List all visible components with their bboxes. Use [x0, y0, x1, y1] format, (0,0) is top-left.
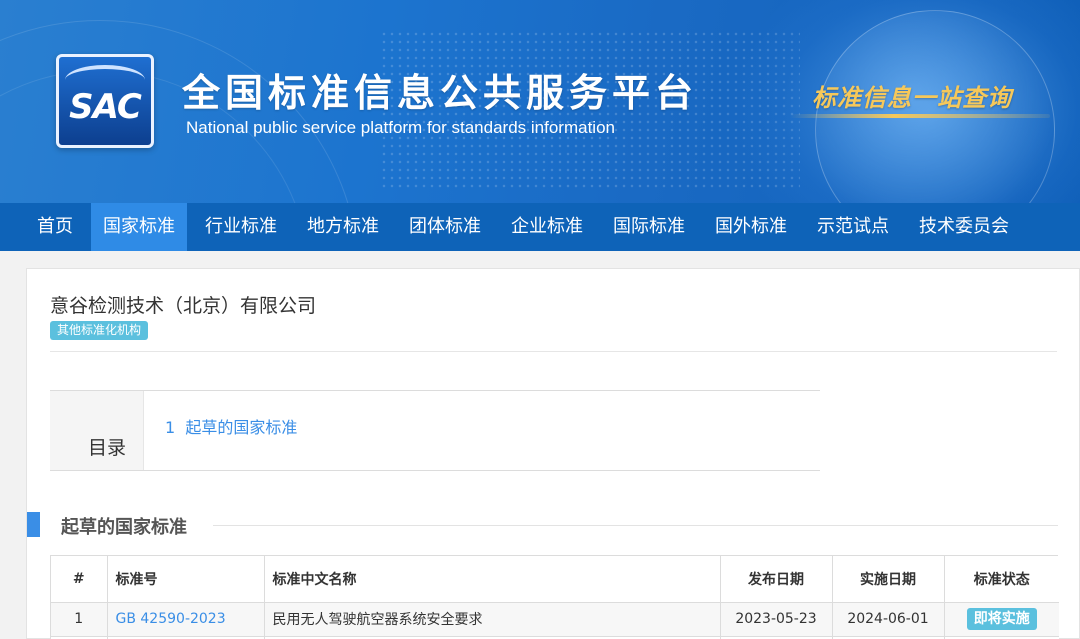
- nav-item-home[interactable]: 首页: [25, 203, 85, 251]
- column-header-implement-date[interactable]: 实施日期: [832, 556, 945, 603]
- nav-item-enterprise-standards[interactable]: 企业标准: [499, 203, 595, 251]
- logo-text: SAC: [69, 87, 142, 127]
- header-banner: SAC 全国标准信息公共服务平台 National public service…: [0, 0, 1080, 203]
- nav-item-foreign-standards[interactable]: 国外标准: [703, 203, 799, 251]
- organization-name: 意谷检测技术（北京）有限公司: [50, 295, 317, 317]
- nav-item-group-standards[interactable]: 团体标准: [397, 203, 493, 251]
- sac-logo[interactable]: SAC: [56, 54, 154, 148]
- site-subtitle: National public service platform for sta…: [186, 118, 615, 137]
- column-header-publish-date[interactable]: 发布日期: [720, 556, 833, 603]
- nav-item-international-standards[interactable]: 国际标准: [601, 203, 697, 251]
- implement-date: 2024-06-01: [832, 602, 945, 637]
- toc-link-label: 起草的国家标准: [185, 418, 298, 437]
- publish-date: 2023-05-23: [720, 602, 833, 637]
- column-header-index: #: [51, 556, 108, 603]
- toc-link-index: 1: [165, 418, 176, 437]
- nav-item-technical-committee[interactable]: 技术委员会: [907, 203, 1021, 251]
- nav-item-pilot-demonstration[interactable]: 示范试点: [805, 203, 901, 251]
- toc-label-cell: 目录: [50, 391, 144, 470]
- table-of-contents: 目录 1 起草的国家标准: [50, 390, 820, 471]
- row-index: 1: [51, 602, 108, 637]
- toc-link-drafted-national-standards[interactable]: 1 起草的国家标准: [165, 414, 297, 438]
- organization-category-badge: 其他标准化机构: [50, 321, 149, 340]
- main-nav: 首页 国家标准 行业标准 地方标准 团体标准 企业标准 国际标准 国外标准 示范…: [0, 203, 1080, 251]
- section-accent-bar: [27, 512, 40, 537]
- site-title: 全国标准信息公共服务平台: [182, 71, 699, 115]
- table-row: 1 GB 42590-2023 民用无人驾驶航空器系统安全要求 2023-05-…: [51, 602, 1059, 637]
- organization-card: 意谷检测技术（北京）有限公司 其他标准化机构 目录 1 起草的国家标准 起草的国…: [26, 268, 1080, 639]
- section-rule: [213, 525, 1058, 526]
- toc-label: 目录: [88, 437, 127, 459]
- column-header-status[interactable]: 标准状态: [944, 556, 1059, 603]
- nav-item-local-standards[interactable]: 地方标准: [295, 203, 391, 251]
- table-header-row: # 标准号 标准中文名称 发布日期 实施日期 标准状态: [51, 556, 1059, 603]
- nav-item-national-standards[interactable]: 国家标准: [91, 203, 187, 251]
- status-cell: 即将实施: [944, 602, 1059, 637]
- section-title: 起草的国家标准: [61, 517, 187, 538]
- standard-name: 民用无人驾驶航空器系统安全要求: [264, 602, 721, 637]
- divider: [50, 351, 1057, 352]
- site-slogan: 标准信息一站查询: [812, 83, 1012, 112]
- standards-table: # 标准号 标准中文名称 发布日期 实施日期 标准状态 1 GB 42590-2…: [50, 555, 1059, 639]
- column-header-code[interactable]: 标准号: [107, 556, 265, 603]
- slogan-underline: [790, 114, 1050, 118]
- standard-code-link[interactable]: GB 42590-2023: [107, 602, 265, 637]
- column-header-name[interactable]: 标准中文名称: [264, 556, 721, 603]
- status-badge: 即将实施: [966, 608, 1037, 630]
- nav-item-industry-standards[interactable]: 行业标准: [193, 203, 289, 251]
